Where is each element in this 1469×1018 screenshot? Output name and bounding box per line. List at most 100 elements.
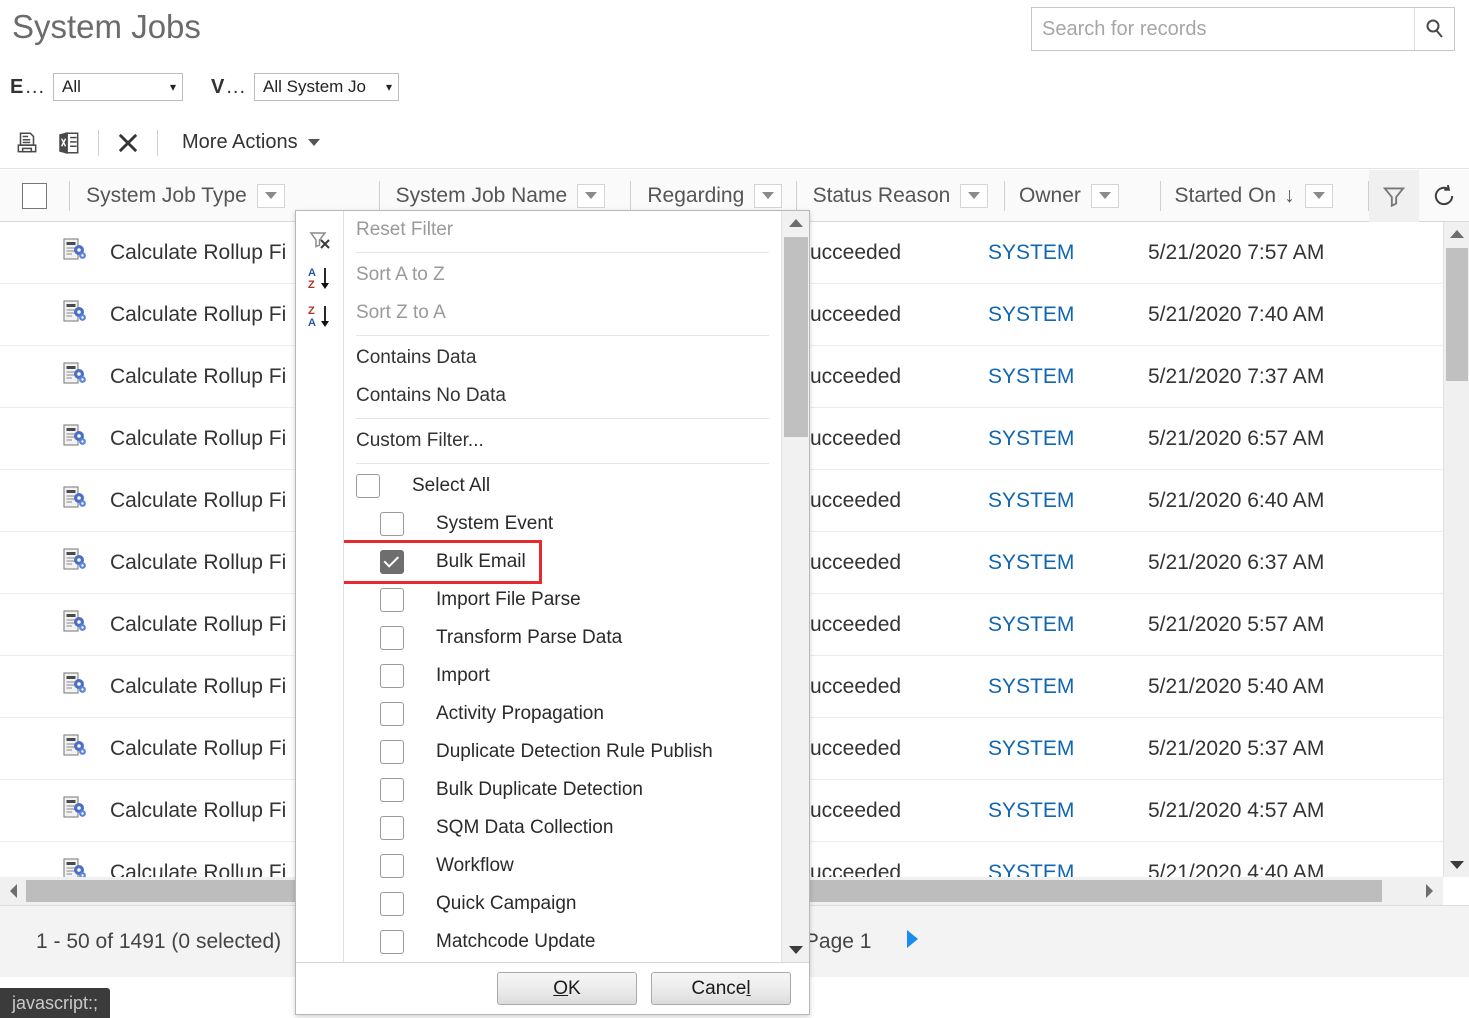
checkbox[interactable] — [380, 892, 404, 916]
checkbox[interactable] — [380, 702, 404, 726]
cell-owner[interactable]: SYSTEM — [988, 551, 1148, 575]
checkbox[interactable] — [380, 512, 404, 536]
checkbox[interactable] — [380, 930, 404, 954]
checkbox[interactable] — [380, 816, 404, 840]
filter-option-matchcode-update[interactable]: Matchcode Update — [344, 923, 781, 961]
checkbox[interactable] — [380, 740, 404, 764]
column-filter-dropdown-system-job-type[interactable] — [257, 184, 285, 208]
filter-menu-item-contains-no-data[interactable]: Contains No Data — [344, 377, 781, 415]
cell-text: Calculate Rollup Fi — [110, 303, 286, 327]
scroll-down-arrow-icon[interactable] — [1444, 853, 1469, 877]
filter-option-activity-propagation[interactable]: Activity Propagation — [344, 695, 781, 733]
cell-started-on: 5/21/2020 4:40 AM — [1148, 861, 1438, 878]
filter-panel-scrollbar[interactable] — [781, 211, 809, 962]
close-x-icon[interactable] — [107, 123, 149, 163]
cell-system-job-type: Calculate Rollup Fi — [0, 422, 338, 456]
cell-started-on: 5/21/2020 7:40 AM — [1148, 303, 1438, 327]
column-header-status-reason[interactable]: Status Reason — [797, 170, 1005, 222]
column-filter-dropdown-owner[interactable] — [1091, 184, 1119, 208]
filter-option-select-all[interactable]: Select All — [344, 467, 781, 505]
filter-option-import[interactable]: Import — [344, 657, 781, 695]
sort-a-to-z-icon: A Z — [296, 259, 343, 297]
option-label: Duplicate Detection Rule Publish — [436, 741, 713, 763]
report-icon[interactable] — [6, 123, 48, 163]
cell-owner[interactable]: SYSTEM — [988, 737, 1148, 761]
cell-owner[interactable]: SYSTEM — [988, 427, 1148, 451]
cell-owner[interactable]: SYSTEM — [988, 303, 1148, 327]
checkbox[interactable] — [380, 626, 404, 650]
column-filter-dropdown-status-reason[interactable] — [960, 184, 988, 208]
search-icon[interactable] — [1414, 8, 1454, 50]
column-header-owner[interactable]: Owner — [1005, 170, 1160, 222]
scroll-right-arrow-icon[interactable] — [1417, 877, 1443, 905]
cell-started-on: 5/21/2020 4:57 AM — [1148, 799, 1438, 823]
cell-owner[interactable]: SYSTEM — [988, 365, 1148, 389]
system-job-icon — [60, 236, 88, 270]
more-actions-button[interactable]: More Actions — [182, 131, 320, 154]
cell-system-job-type: Calculate Rollup Fi — [0, 856, 338, 878]
filter-option-list: Select AllSystem EventBulk EmailImport F… — [344, 467, 781, 962]
column-label: System Job Name — [396, 184, 568, 208]
cell-owner[interactable]: SYSTEM — [988, 613, 1148, 637]
filter-option-quick-campaign[interactable]: Quick Campaign — [344, 885, 781, 923]
filter-menu-item-reset-filter[interactable]: Reset Filter — [344, 211, 781, 249]
cell-system-job-type: Calculate Rollup Fi — [0, 794, 338, 828]
checkbox[interactable] — [380, 778, 404, 802]
column-label: Regarding — [647, 184, 744, 208]
cell-owner[interactable]: SYSTEM — [988, 861, 1148, 878]
checkbox[interactable] — [380, 588, 404, 612]
filter-scroll-up-arrow-icon[interactable] — [782, 211, 810, 235]
filter-menu-item-sort-a-to-z[interactable]: Sort A to Z — [344, 256, 781, 294]
column-filter-dropdown-started-on[interactable] — [1305, 184, 1333, 208]
filter-option-system-event[interactable]: System Event — [344, 505, 781, 543]
cell-system-job-type: Calculate Rollup Fi — [0, 484, 338, 518]
search-input[interactable] — [1032, 8, 1414, 50]
refresh-icon[interactable] — [1419, 170, 1469, 222]
export-to-excel-icon[interactable] — [48, 123, 90, 163]
cell-owner[interactable]: SYSTEM — [988, 799, 1148, 823]
cancel-button[interactable]: Cancel — [651, 972, 791, 1005]
cell-status-reason: Succeeded — [788, 861, 988, 878]
search-box[interactable] — [1031, 7, 1455, 51]
filter-option-bulk-duplicate-detection[interactable]: Bulk Duplicate Detection — [344, 771, 781, 809]
cell-owner[interactable]: SYSTEM — [988, 675, 1148, 699]
checkbox[interactable] — [380, 550, 404, 574]
grid-vertical-scrollbar[interactable] — [1443, 222, 1469, 877]
checkbox[interactable] — [380, 664, 404, 688]
cell-status-reason: Succeeded — [788, 427, 988, 451]
filter-option-sqm-data-collection[interactable]: SQM Data Collection — [344, 809, 781, 847]
filter-option-workflow[interactable]: Workflow — [344, 847, 781, 885]
scroll-left-arrow-icon[interactable] — [0, 877, 26, 905]
cell-owner[interactable]: SYSTEM — [988, 241, 1148, 265]
cell-started-on: 5/21/2020 6:37 AM — [1148, 551, 1438, 575]
system-job-icon — [60, 794, 88, 828]
view-filter-select[interactable]: All System Jo ▾ — [254, 73, 399, 101]
ok-button[interactable]: OK — [497, 972, 637, 1005]
filter-option-duplicate-detection-rule-publish[interactable]: Duplicate Detection Rule Publish — [344, 733, 781, 771]
filter-menu-item-sort-z-to-a[interactable]: Sort Z to A — [344, 294, 781, 332]
filter-scrollbar-thumb[interactable] — [784, 237, 808, 437]
toolbar-divider — [157, 130, 158, 156]
column-header-started-on[interactable]: Started On ↓ — [1161, 170, 1368, 222]
filter-scroll-down-arrow-icon[interactable] — [782, 938, 810, 962]
svg-text:Z: Z — [308, 279, 315, 291]
vertical-scrollbar-thumb[interactable] — [1446, 248, 1468, 381]
filter-menu-item-custom-filter[interactable]: Custom Filter... — [344, 422, 781, 460]
select-all-rows-checkbox[interactable] — [22, 183, 47, 209]
system-job-icon — [60, 732, 88, 766]
filter-option-import-file-parse[interactable]: Import File Parse — [344, 581, 781, 619]
entity-filter-select[interactable]: All ▾ — [53, 73, 183, 101]
filter-funnel-icon[interactable] — [1369, 170, 1419, 222]
filter-option-transform-parse-data[interactable]: Transform Parse Data — [344, 619, 781, 657]
cell-owner[interactable]: SYSTEM — [988, 489, 1148, 513]
column-filter-dropdown-system-job-name[interactable] — [577, 184, 605, 208]
checkbox[interactable] — [380, 854, 404, 878]
filter-option-bulk-email[interactable]: Bulk Email — [344, 543, 539, 581]
view-selector-row: E ... All ▾ V ... All System Jo ▾ — [0, 68, 1469, 106]
filter-menu-item-contains-data[interactable]: Contains Data — [344, 339, 781, 377]
filter-option-bulk-delete[interactable]: Bulk Delete — [344, 961, 781, 962]
next-page-icon[interactable] — [903, 926, 921, 958]
column-filter-dropdown-regarding[interactable] — [754, 184, 782, 208]
scroll-up-arrow-icon[interactable] — [1444, 222, 1469, 246]
checkbox[interactable] — [356, 474, 380, 498]
